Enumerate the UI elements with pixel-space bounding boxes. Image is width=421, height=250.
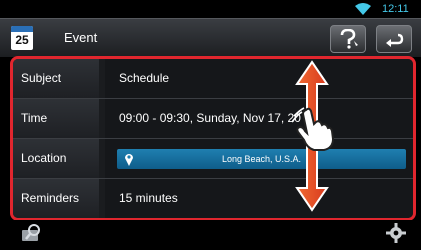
status-clock: 12:11 — [382, 3, 409, 15]
page-title: Event — [64, 30, 98, 45]
location-row: Location Long Beach, U.S.A. — [13, 139, 413, 178]
back-icon — [386, 33, 404, 47]
location-value: Long Beach, U.S.A. — [221, 154, 302, 164]
help-icon — [340, 29, 358, 49]
subject-row[interactable]: Subject Schedule — [13, 59, 413, 98]
location-button[interactable]: Long Beach, U.S.A. — [117, 149, 406, 169]
help-button[interactable] — [330, 25, 366, 53]
bottom-bar — [0, 220, 421, 250]
wifi-icon — [355, 3, 371, 15]
gear-icon[interactable] — [385, 222, 407, 244]
pointing-hand-icon — [292, 107, 335, 151]
status-bar: 12:11 — [0, 0, 421, 18]
reminders-label: Reminders — [13, 179, 99, 218]
search-icon[interactable] — [20, 222, 42, 244]
reminders-value: 15 minutes — [105, 179, 413, 218]
calendar-icon-day: 25 — [15, 33, 29, 47]
time-label: Time — [13, 99, 99, 138]
event-details-panel: Subject Schedule Time 09:00 - 09:30, Sun… — [10, 56, 416, 221]
back-button[interactable] — [376, 25, 412, 53]
location-label: Location — [13, 139, 99, 178]
reminders-row[interactable]: Reminders 15 minutes — [13, 179, 413, 218]
title-bar: 25 Event — [0, 18, 421, 57]
time-value: 09:00 - 09:30, Sunday, Nov 17, 20 — [105, 99, 413, 138]
subject-label: Subject — [13, 59, 99, 98]
calendar-icon: 25 — [11, 26, 33, 50]
subject-value: Schedule — [105, 59, 413, 98]
time-row[interactable]: Time 09:00 - 09:30, Sunday, Nov 17, 20 — [13, 99, 413, 138]
